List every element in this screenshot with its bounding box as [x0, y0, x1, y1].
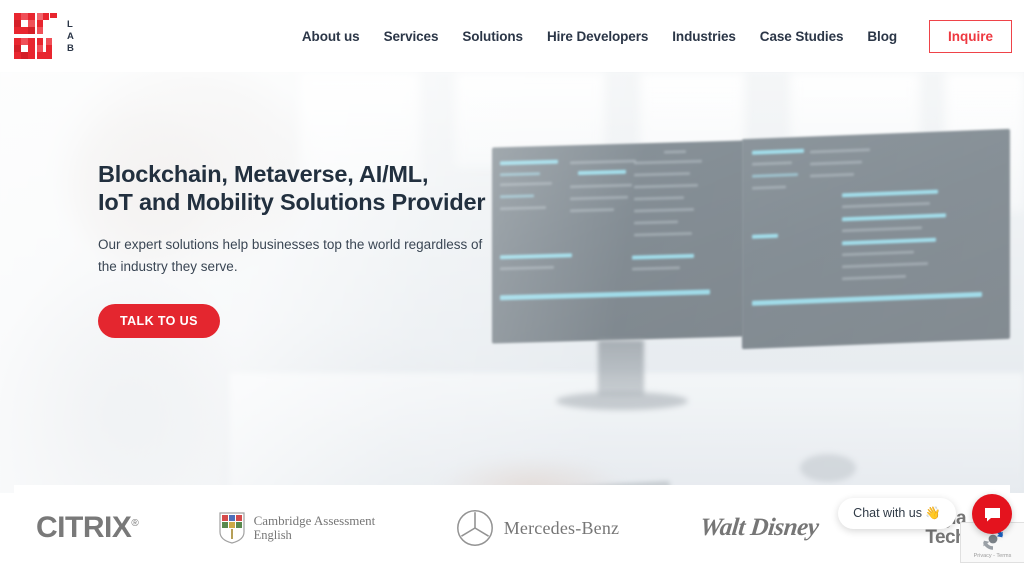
chat-launcher-button[interactable] — [972, 494, 1012, 534]
registered-trademark-icon: ® — [131, 518, 139, 529]
hero-title: Blockchain, Metaverse, AI/ML, IoT and Mo… — [98, 161, 486, 215]
client-logo-citrix[interactable]: CITRIX® — [36, 511, 139, 545]
cambridge-line1: Cambridge Assessment — [253, 513, 376, 528]
nav-item-case-studies[interactable]: Case Studies — [748, 23, 856, 50]
disney-wordmark: Walt Disney — [698, 514, 820, 541]
talk-to-us-button[interactable]: TALK TO US — [98, 304, 220, 338]
client-logo-cambridge-assessment-english[interactable]: Cambridge Assessment English — [219, 512, 376, 544]
landing-page: L A B About us Services Solutions Hire D… — [0, 0, 1024, 563]
client-logo-mercedes-benz[interactable]: Mercedes-Benz — [456, 509, 620, 547]
georgia-tech-line2: Tech — [925, 527, 966, 548]
nav-item-about-us[interactable]: About us — [290, 23, 372, 50]
hero-section: Blockchain, Metaverse, AI/ML, IoT and Mo… — [0, 72, 1024, 493]
cambridge-line2: English — [253, 528, 292, 542]
nav-item-hire-developers[interactable]: Hire Developers — [535, 23, 660, 50]
mercedes-wordmark: Mercedes-Benz — [503, 517, 620, 538]
logo-letter-l: L — [67, 19, 73, 30]
hero-subtitle: Our expert solutions help businesses top… — [98, 237, 483, 274]
chat-bubble-icon — [984, 507, 1000, 521]
nav-item-solutions[interactable]: Solutions — [450, 23, 535, 50]
site-header: L A B About us Services Solutions Hire D… — [0, 0, 1024, 72]
inquire-button[interactable]: Inquire — [928, 19, 1012, 53]
nav-item-services[interactable]: Services — [372, 23, 451, 50]
citrix-wordmark: CITRIX — [36, 511, 132, 544]
nav-item-blog[interactable]: Blog — [855, 23, 909, 50]
logo-letter-a: A — [67, 31, 74, 42]
cambridge-crest-icon — [219, 512, 245, 544]
client-logo-walt-disney[interactable]: Walt Disney — [698, 514, 820, 542]
site-logo[interactable]: L A B — [14, 11, 74, 61]
nav-item-industries[interactable]: Industries — [660, 23, 748, 50]
solulab-logo-icon — [14, 13, 57, 59]
recaptcha-privacy-terms[interactable]: Privacy - Terms — [974, 553, 1012, 559]
mercedes-star-icon — [456, 510, 493, 546]
hero-content: Blockchain, Metaverse, AI/ML, IoT and Mo… — [98, 160, 518, 338]
logo-letter-b: B — [67, 43, 74, 54]
main-navigation: About us Services Solutions Hire Develop… — [290, 0, 1012, 72]
chat-prompt-bubble[interactable]: Chat with us 👋 — [838, 498, 956, 529]
